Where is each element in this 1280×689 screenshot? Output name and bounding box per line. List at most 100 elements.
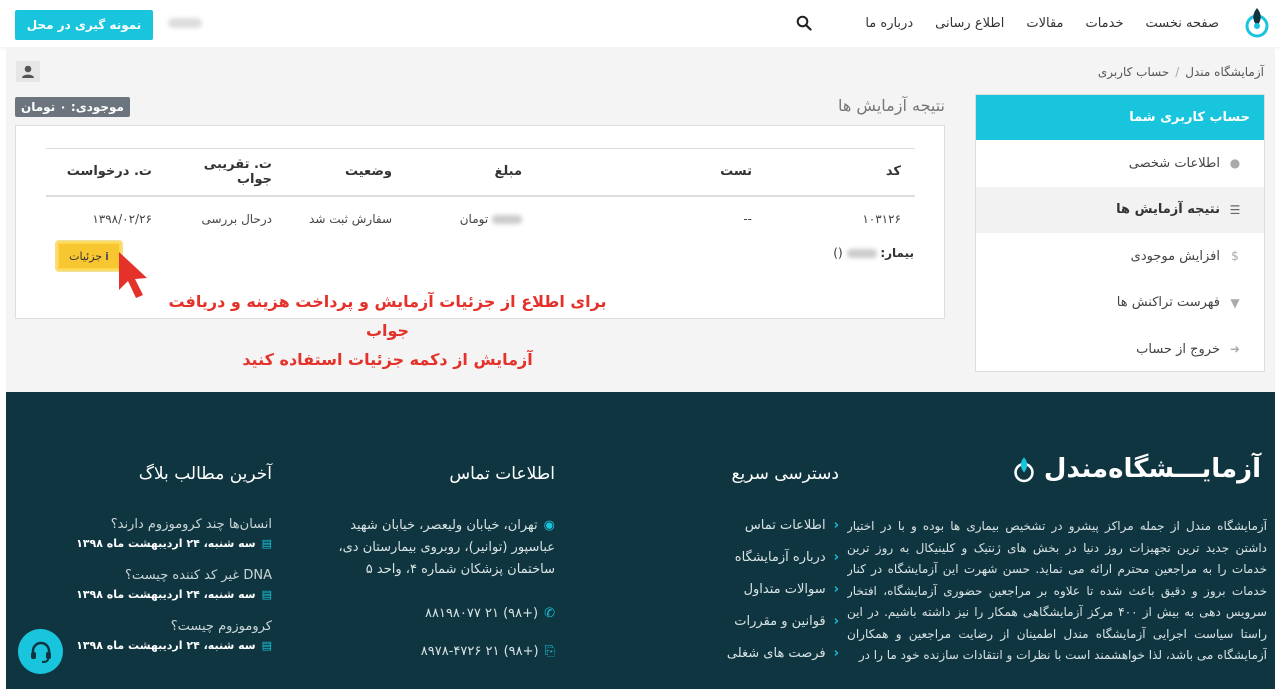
note-line-2: آزمایش از دکمه جزئیات استفاده کنید [242,350,533,369]
quick-link[interactable]: ‹ درباره آزمایشگاه [727,547,839,579]
note-line-1: برای اطلاع از جزئیات آزمایش و پرداخت هزی… [168,292,607,340]
fax-icon: ⎘ [544,644,555,659]
fax-text: (+۹۸) ۲۱ ۸۹۷۸-۴۷۲۶ [420,644,539,659]
sidebar-item-transactions[interactable]: فهرست تراکنش ها ▼ [976,280,1264,327]
sidebar-item-logout[interactable]: خروج از حساب ➜ [976,326,1264,373]
breadcrumb: آزمایشگاه مندل / حساب کاربری [1098,65,1264,79]
sidebar-item-personal-info[interactable]: اطلاعات شخصی ● [976,140,1264,187]
contact-title: اطلاعات تماس [449,464,555,484]
nav-home[interactable]: صفحه نخست [1135,16,1230,31]
headset-icon [30,641,51,663]
user-toggle-button[interactable] [16,61,40,82]
sidebar-item-label: افزایش موجودی [1130,248,1220,264]
calendar-icon: ▤ [261,537,272,550]
blog-post-title[interactable]: DNA غیر کد کننده چیست؟ [72,566,272,586]
table-header-row: کد تست مبلغ وضعیت ت. تقریبی جواب ت. درخو… [46,148,915,197]
page-title: نتیجه آزمایش ها [838,96,945,115]
chevron-left-icon: ‹ [833,518,839,533]
breadcrumb-separator: / [1175,65,1180,79]
date-text: سه شنبه، ۲۴ اردیبهشت ماه ۱۳۹۸ [76,537,256,550]
chevron-left-icon: ‹ [833,582,839,597]
address-text: تهران، خیابان ولیعصر، خیابان شهید عباسپو… [338,518,555,577]
footer: آزمایـــشگاه‌مندل آزمایشگاه مندل از جمله… [6,392,1275,689]
top-navbar: صفحه نخست خدمات مقالات اطلاع رسانی دربار… [0,0,1280,47]
details-button[interactable]: i جزئیات [57,242,121,270]
quick-link-label: سوالات متداول [743,582,826,597]
nav-services[interactable]: خدمات [1074,16,1134,31]
chevron-left-icon: ‹ [833,550,839,565]
cell-status: سفارش ثبت شد [309,212,392,226]
support-chat-button[interactable] [18,629,63,674]
blog-post-date: ▤ سه شنبه، ۲۴ اردیبهشت ماه ۱۳۹۸ [72,586,272,604]
account-sidebar: حساب کاربری شما اطلاعات شخصی ● نتیجه آزم… [975,94,1265,372]
map-marker-icon: ◉ [543,518,555,533]
phone[interactable]: ✆ (+۹۸) ۲۱ ۸۸۱۹۸۰۷۷ [325,603,555,625]
patient-name-blurred [846,249,877,258]
sidebar-title: حساب کاربری شما [976,95,1264,140]
sidebar-item-add-balance[interactable]: افزایش موجودی $ [976,233,1264,280]
address: ◉تهران، خیابان ولیعصر، خیابان شهید عباسپ… [325,515,555,581]
amount-blurred [492,215,522,224]
quick-links-title: دسترسی سریع [731,464,839,484]
patient-info: بیمار: () [833,246,914,260]
nav-news[interactable]: اطلاع رسانی [924,16,1015,31]
sidebar-item-test-results[interactable]: نتیجه آزمایش ها ☰ [976,186,1264,233]
quick-link-label: اطلاعات تماس [744,518,826,533]
col-code: کد [766,148,915,197]
sidebar-item-label: فهرست تراکنش ها [1116,295,1220,311]
details-label: جزئیات [69,249,103,263]
breadcrumb-home[interactable]: آزمایشگاه مندل [1185,65,1264,79]
quick-link[interactable]: ‹ فرصت های شغلی [727,643,839,675]
blog-post-date: ▤ سه شنبه، ۲۴ اردیبهشت ماه ۱۳۹۸ [72,637,272,655]
col-approx-date: ت. تقریبی جواب [166,148,286,197]
sidebar-item-label: نتیجه آزمایش ها [1116,202,1220,218]
nav-about[interactable]: درباره ما [854,16,924,31]
phone-icon: ✆ [544,606,555,621]
col-request-date: ت. درخواست [46,148,166,197]
table-row: ۱۰۳۱۲۶ -- تومان سفارش ثبت شد درحال بررسی… [46,196,915,242]
quick-link-label: درباره آزمایشگاه [734,550,826,565]
blog-list: انسان‌ها چند کروموزوم دارند؟ ▤ سه شنبه، ۲… [72,515,272,668]
col-amount: مبلغ [406,148,536,197]
sidebar-item-label: خروج از حساب [1136,341,1220,357]
cell-date: ۱۳۹۸/۰۲/۲۶ [92,212,152,226]
phone-text: (+۹۸) ۲۱ ۸۸۱۹۸۰۷۷ [424,606,539,621]
quick-link-label: فرصت های شغلی [726,646,826,661]
mendel-logo-icon[interactable] [1244,6,1270,40]
search-icon[interactable] [796,15,812,31]
date-text: سه شنبه، ۲۴ اردیبهشت ماه ۱۳۹۸ [76,588,256,601]
breadcrumb-current: حساب کاربری [1097,65,1170,79]
filter-icon: ▼ [1230,295,1240,310]
footer-about: آزمایشگاه مندل از جمله مراکز پیشرو در تش… [847,519,1267,662]
nav-articles[interactable]: مقالات [1015,16,1074,31]
sidebar-item-label: اطلاعات شخصی [1128,155,1220,171]
chevron-left-icon: ‹ [833,614,839,629]
date-text: سه شنبه، ۲۴ اردیبهشت ماه ۱۳۹۸ [76,639,256,652]
user-name-blurred [168,18,202,28]
footer-logo[interactable]: آزمایـــشگاه‌مندل [1013,454,1261,485]
col-status: وضعیت [286,148,406,197]
instruction-note: برای اطلاع از جزئیات آزمایش و پرداخت هزی… [145,287,630,374]
footer-logo-text: آزمایـــشگاه‌مندل [1043,454,1261,484]
calendar-icon: ▤ [261,588,272,601]
chevron-left-icon: ‹ [833,646,839,661]
contact-info: ◉تهران، خیابان ولیعصر، خیابان شهید عباسپ… [325,515,555,663]
patient-label: بیمار: [880,246,914,260]
blog-post-title[interactable]: کروموزوم چیست؟ [72,617,272,637]
user-icon: ● [1229,156,1241,171]
quick-link[interactable]: ‹ اطلاعات تماس [727,515,839,547]
quick-link[interactable]: ‹ قوانین و مقررات [727,611,839,643]
main-nav: صفحه نخست خدمات مقالات اطلاع رسانی دربار… [854,0,1230,47]
patient-suffix: () [833,246,843,260]
cell-code: ۱۰۳۱۲۶ [862,212,901,226]
results-table: کد تست مبلغ وضعیت ت. تقریبی جواب ت. درخو… [46,148,915,242]
cell-approx: درحال بررسی [201,212,272,226]
quick-links: ‹ اطلاعات تماس ‹ درباره آزمایشگاه ‹ سوالات … [727,515,839,675]
quick-link[interactable]: ‹ سوالات متداول [727,579,839,611]
amount-currency: تومان [459,212,489,226]
cell-amount: تومان [406,196,536,242]
home-sampling-button[interactable]: نمونه گیری در محل [15,10,153,40]
blog-post-title[interactable]: انسان‌ها چند کروموزوم دارند؟ [72,515,272,535]
info-icon: i [105,249,109,263]
blog-title: آخرین مطالب بلاگ [138,464,272,484]
